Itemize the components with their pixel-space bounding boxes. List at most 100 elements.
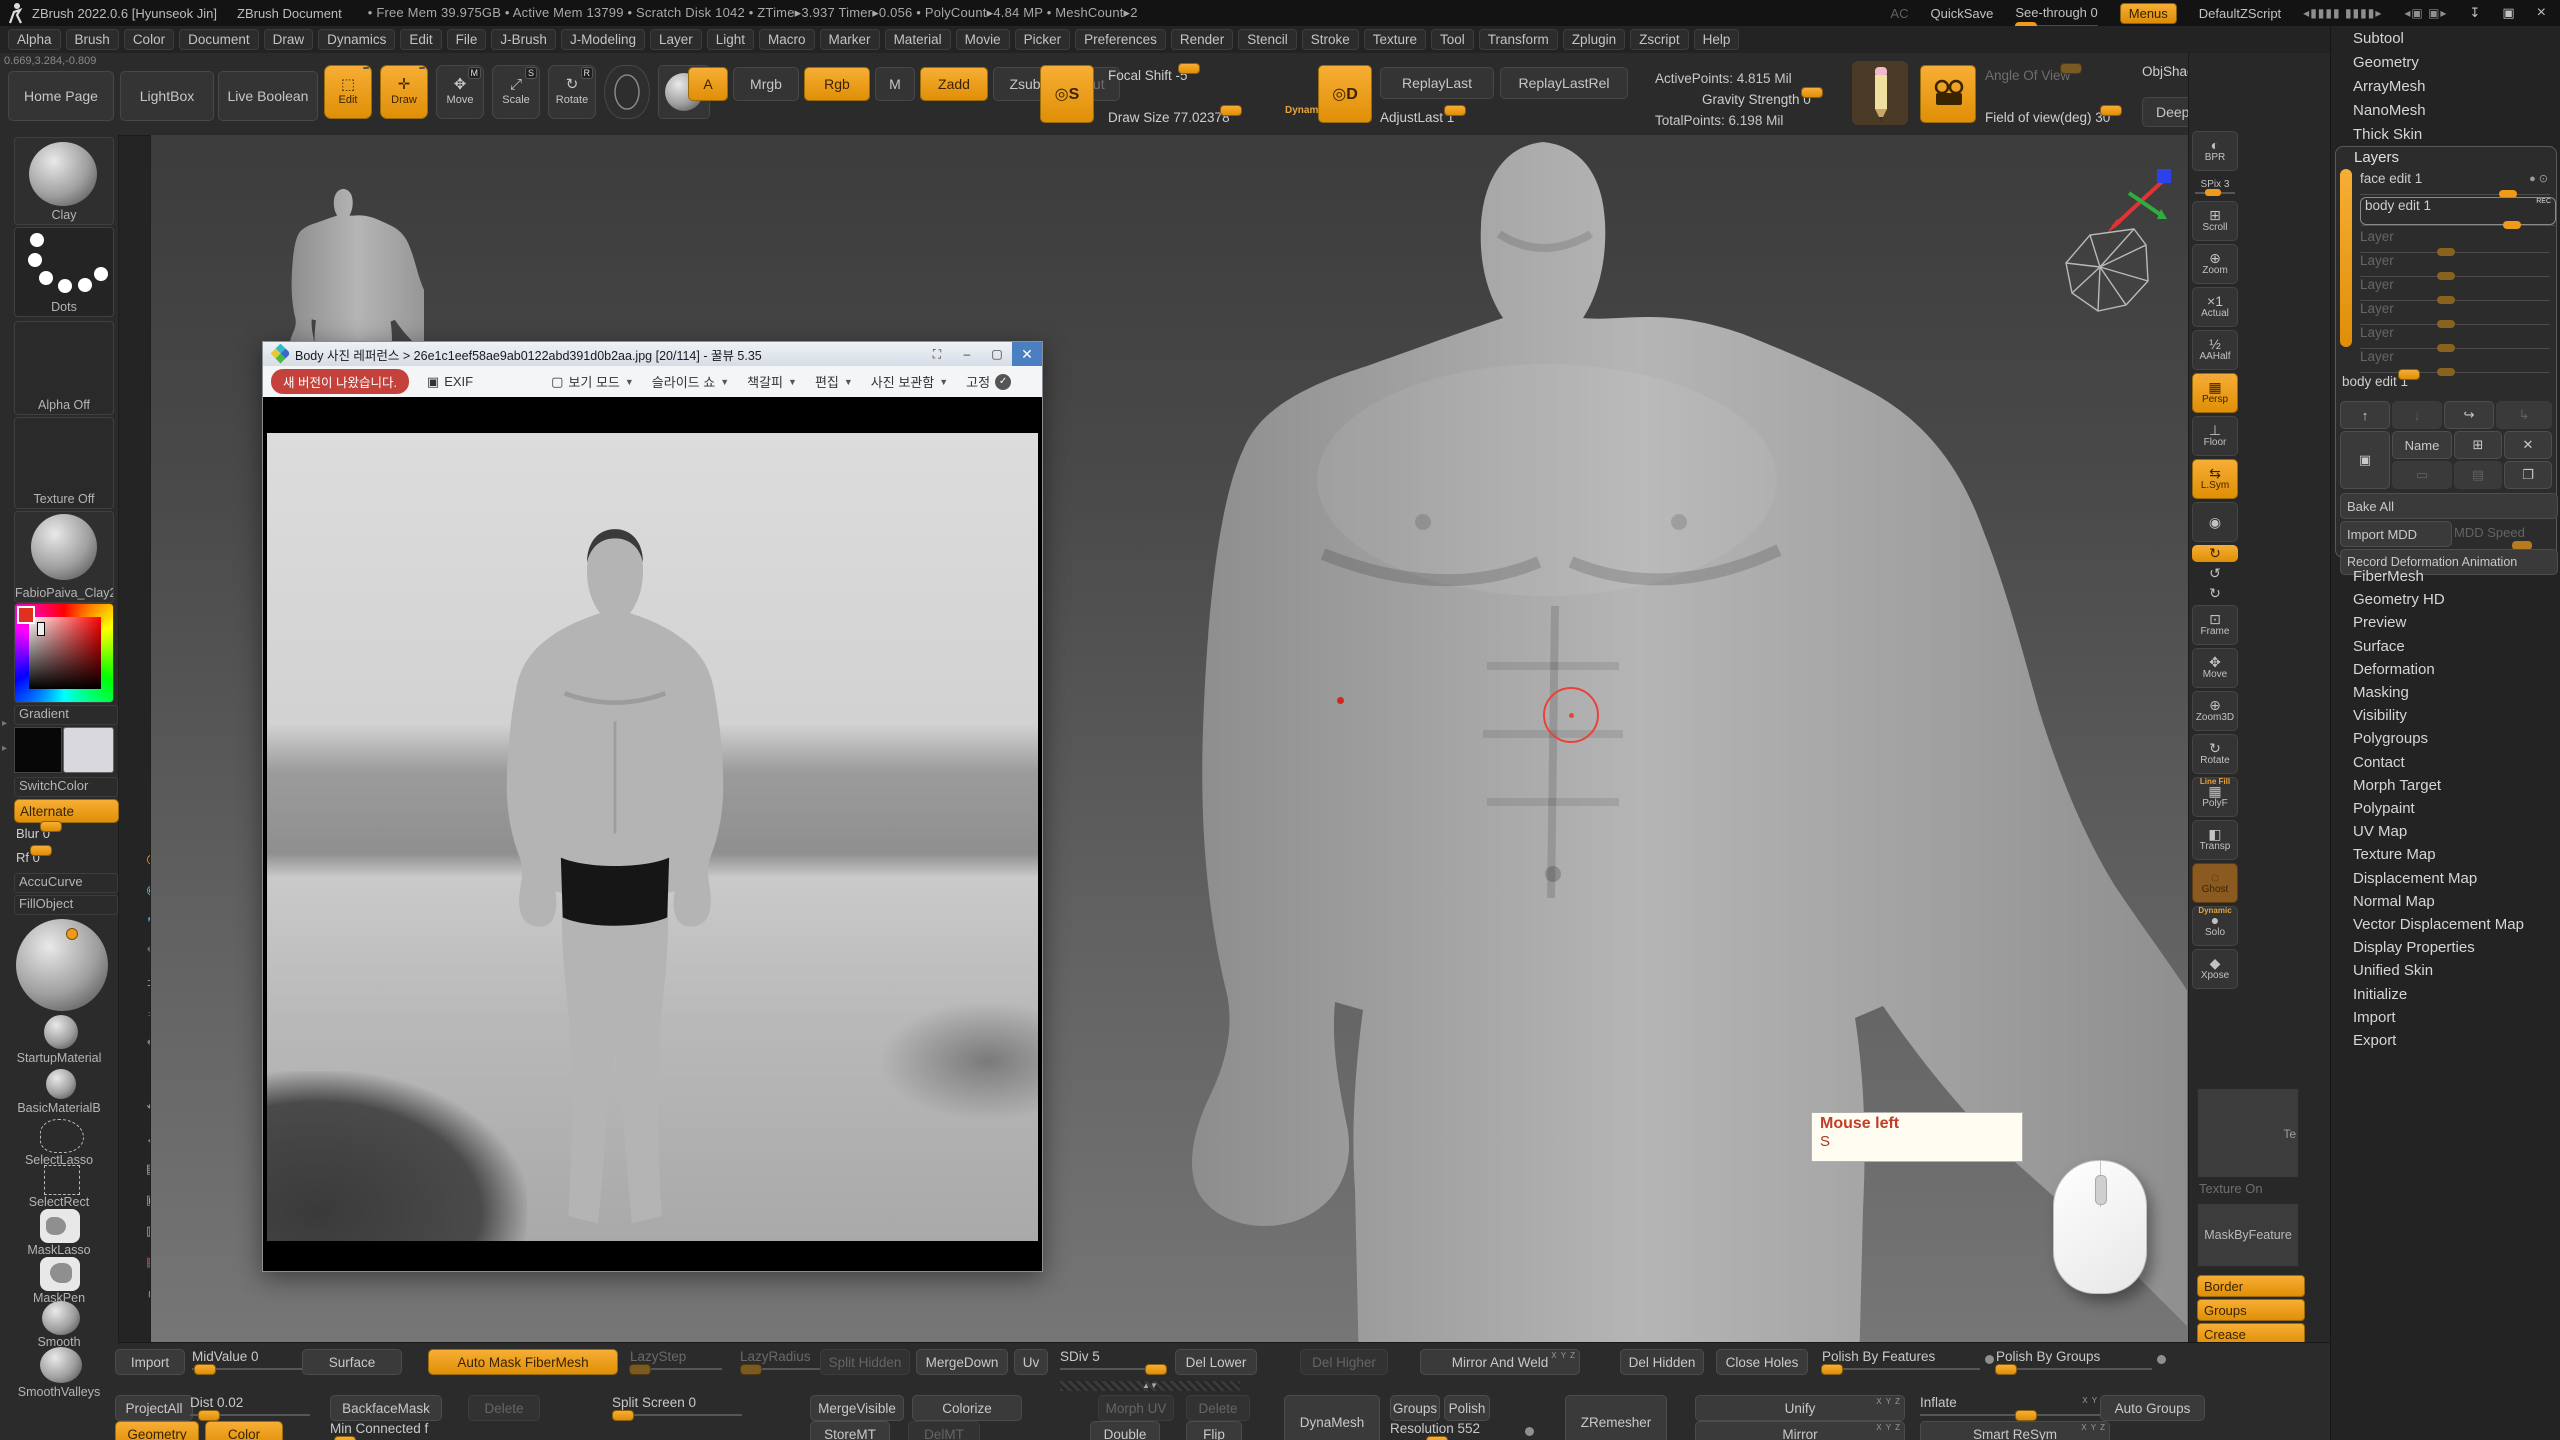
right-shelf-button[interactable]: ◐ BPR <box>2192 131 2238 171</box>
paint-mode-button[interactable]: Mrgb <box>733 67 799 101</box>
focal-shift-slider[interactable]: Focal Shift -5 <box>1108 67 1268 83</box>
right-shelf-button[interactable]: ✥ Move <box>2192 648 2238 688</box>
panel-section[interactable]: Surface <box>2353 638 2405 655</box>
new-layer-button[interactable]: ▣ <box>2340 431 2390 489</box>
panel-section[interactable]: Displacement Map <box>2353 870 2477 887</box>
slider-track[interactable] <box>1996 1368 2152 1370</box>
adjust-last-slider[interactable]: AdjustLast 1 <box>1380 109 1600 125</box>
panel-section[interactable]: FiberMesh <box>2353 568 2424 585</box>
right-shelf-button[interactable]: ⊞ Scroll <box>2192 201 2238 241</box>
fill-object-button[interactable]: FillObject <box>14 895 118 915</box>
viewer-fullscreen-button[interactable]: ⛶ <box>922 342 952 366</box>
tool-button[interactable]: M ✥ Move <box>436 65 484 119</box>
menu-item[interactable]: Help <box>1694 29 1740 50</box>
bottom-bar-item[interactable]: LazyStep <box>630 1349 722 1375</box>
right-shelf-button[interactable]: ↻ XYZ <box>2192 545 2238 562</box>
bottom-bar-item[interactable]: DelMT <box>908 1421 980 1440</box>
smooth-valleys-brush-icon[interactable] <box>40 1347 82 1383</box>
panel-section[interactable]: Unified Skin <box>2353 962 2433 979</box>
bottom-bar-item[interactable]: MidValue 0 <box>192 1349 310 1375</box>
tool-button[interactable]: ✛ Draw <box>380 65 428 119</box>
right-shelf-button[interactable]: ⇆ L.Sym <box>2192 459 2238 499</box>
basic-material-sphere[interactable] <box>46 1069 76 1099</box>
panel-section[interactable]: Morph Target <box>2353 777 2441 794</box>
bottom-bar-item[interactable]: Del Lower <box>1175 1349 1257 1375</box>
menu-item[interactable]: Material <box>885 29 951 50</box>
slider-track[interactable] <box>1822 1368 1980 1370</box>
bottom-bar-item[interactable]: StoreMT <box>810 1421 890 1440</box>
new-version-button[interactable]: 새 버전이 나왔습니다. <box>271 369 409 394</box>
viewer-title-bar[interactable]: Body 사진 레퍼런스 > 26e1c1eef58ae9ab0122abd39… <box>263 342 1042 366</box>
layer-row-empty[interactable]: Layer <box>2360 229 2550 251</box>
bottom-bar-item[interactable]: MergeVisible <box>810 1395 904 1421</box>
slider-track[interactable] <box>1920 1414 2110 1416</box>
bottom-bar-item[interactable]: Auto Groups <box>2100 1395 2205 1421</box>
bottom-bar-item[interactable]: Color <box>205 1421 283 1440</box>
right-shelf-button[interactable]: ◧ Transp <box>2192 820 2238 860</box>
rf-slider[interactable]: Rf 0 <box>16 849 108 865</box>
right-shelf-button[interactable]: SPix 3 <box>2192 174 2238 198</box>
delete-layer-button[interactable]: ✕ <box>2504 431 2552 459</box>
panel-section[interactable]: Geometry HD <box>2353 591 2445 608</box>
menu-item[interactable]: Preferences <box>1075 29 1166 50</box>
replay-last-rel-button[interactable]: ReplayLastRel <box>1500 67 1628 99</box>
bottom-bar-item[interactable]: Auto Mask FiberMesh <box>428 1349 618 1375</box>
slider-knob[interactable] <box>1444 105 1466 116</box>
angle-of-view-slider[interactable]: Angle Of View <box>1985 67 2103 83</box>
lightbox-button[interactable]: LightBox <box>120 71 214 121</box>
right-shelf-button[interactable]: ◉ <box>2192 502 2238 542</box>
slider-knob[interactable] <box>30 845 52 856</box>
bottom-bar-item[interactable]: Polish By Groups <box>1996 1349 2152 1375</box>
document-canvas[interactable]: Body 사진 레퍼런스 > 26e1c1eef58ae9ab0122abd39… <box>150 135 2189 1342</box>
edit-menu[interactable]: 편집▼ <box>815 372 853 391</box>
default-zscript-button[interactable]: DefaultZScript <box>2199 6 2281 21</box>
rename-layer-button[interactable]: Name <box>2392 431 2452 459</box>
bottom-bar-item[interactable]: ProjectAll <box>115 1395 193 1421</box>
panel-section[interactable]: Vector Displacement Map <box>2353 916 2524 933</box>
panel-section[interactable]: Deformation <box>2353 661 2435 678</box>
layer-branch-button[interactable]: ↳ <box>2496 401 2552 429</box>
panel-section[interactable]: Display Properties <box>2353 939 2475 956</box>
bottom-bar-item[interactable]: Close Holes <box>1716 1349 1808 1375</box>
paint-mode-button[interactable]: M <box>875 67 915 101</box>
paint-mode-button[interactable]: Rgb <box>804 67 870 101</box>
layer-row-selected[interactable]: body edit 1 REC <box>2360 197 2556 225</box>
gravity-pencil-icon[interactable] <box>1852 61 1908 125</box>
draw-size-icon[interactable]: ◎S <box>1040 65 1094 123</box>
panel-section[interactable]: NanoMesh <box>2353 102 2426 119</box>
bottom-bar-item[interactable]: Delete <box>468 1395 540 1421</box>
right-shelf-button[interactable]: ⊡ Frame <box>2192 605 2238 645</box>
viewer-content[interactable] <box>263 397 1042 1271</box>
mdd-speed-slider[interactable]: MDD Speed <box>2454 525 2525 540</box>
right-shelf-button[interactable]: Line Fill ▦ PolyF <box>2192 777 2238 817</box>
minimize-button[interactable]: ↧ <box>2469 5 2480 21</box>
bottom-bar-item[interactable]: SDiv 5 <box>1060 1349 1165 1375</box>
panel-section[interactable]: Export <box>2353 1032 2396 1049</box>
tray-divider-chevron-icon[interactable]: ▸ <box>2 718 7 729</box>
bake-all-button[interactable]: Bake All <box>2340 493 2558 519</box>
blur-slider[interactable]: Blur 0 <box>16 825 108 841</box>
camera-icon[interactable] <box>1920 65 1976 123</box>
bottom-bar-item[interactable]: Double <box>1090 1421 1160 1440</box>
shelf-scroll-strip[interactable]: ▲▼ <box>1060 1381 1240 1391</box>
layer-row-empty[interactable]: Layer <box>2360 349 2550 371</box>
mask-by-feature-button[interactable]: MaskByFeature <box>2197 1203 2299 1267</box>
accucurve-button[interactable]: AccuCurve <box>14 873 118 893</box>
menu-item[interactable]: Marker <box>820 29 880 50</box>
panel-section[interactable]: Import <box>2353 1009 2396 1026</box>
bottom-bar-item[interactable]: Mirror X Y Z <box>1695 1421 1905 1440</box>
startup-material-sphere[interactable] <box>44 1015 78 1049</box>
mask-lasso-icon[interactable] <box>40 1209 80 1243</box>
menu-item[interactable]: Stroke <box>1302 29 1359 50</box>
layer-row-empty[interactable]: Layer <box>2360 253 2550 275</box>
paint-mode-button[interactable]: Zadd <box>920 67 988 101</box>
photo-viewer-window[interactable]: Body 사진 레퍼런스 > 26e1c1eef58ae9ab0122abd39… <box>262 341 1043 1272</box>
menu-item[interactable]: Texture <box>1364 29 1426 50</box>
menu-item[interactable]: J-Brush <box>491 29 556 50</box>
panel-section[interactable]: ArrayMesh <box>2353 78 2426 95</box>
quicksave-button[interactable]: QuickSave <box>1930 6 1993 21</box>
bottom-bar-item[interactable]: BackfaceMask <box>330 1395 442 1421</box>
material-selector[interactable]: FabioPaiva_Clay2 <box>14 511 114 603</box>
layer-row-empty[interactable]: Layer <box>2360 277 2550 299</box>
viewer-close-button[interactable]: ✕ <box>1012 342 1042 366</box>
